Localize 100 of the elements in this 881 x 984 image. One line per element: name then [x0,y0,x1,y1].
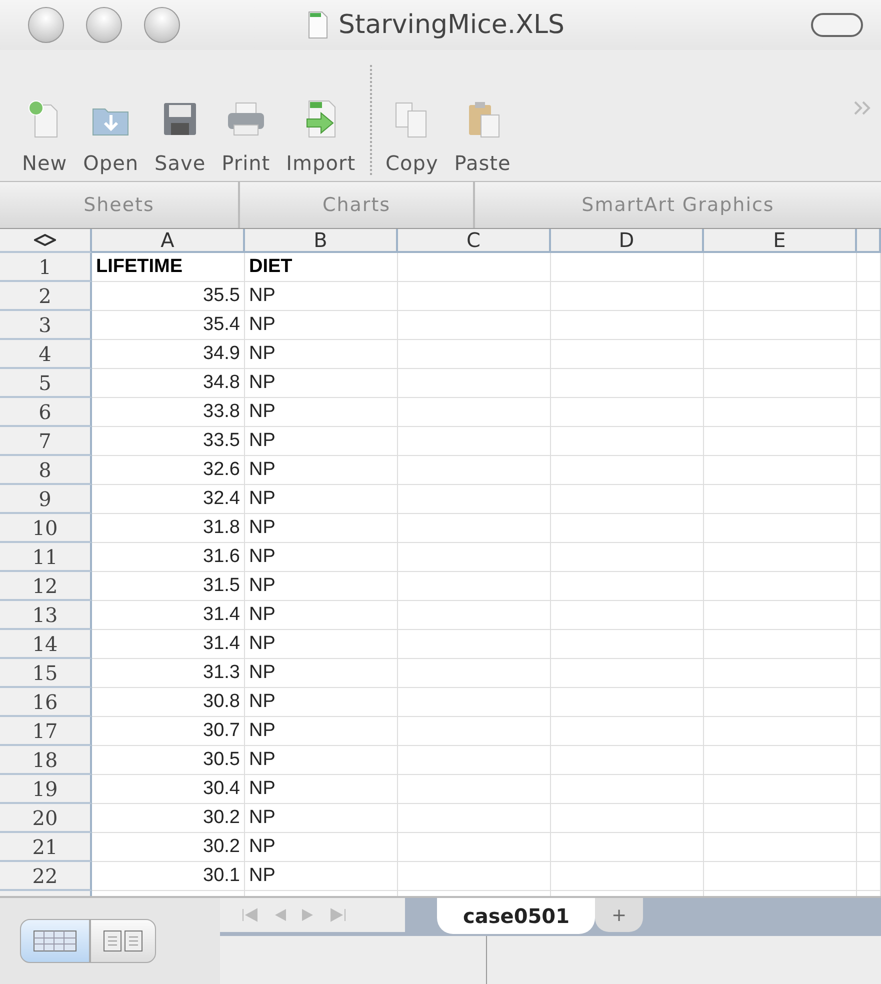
row-header[interactable]: 17 [0,717,92,746]
table-cell: 33.8 [92,398,245,427]
page-layout-view-button[interactable] [90,919,156,963]
row-header[interactable]: 22 [0,862,92,891]
table-cell: 30.2 [92,804,245,833]
table-cell: NP [245,369,398,398]
row-header[interactable]: 14 [0,630,92,659]
row-header[interactable]: 19 [0,775,92,804]
table-cell: 31.4 [92,630,245,659]
table-cell [857,543,881,572]
table-cell [857,746,881,775]
row-header[interactable]: 18 [0,746,92,775]
table-cell: 35.4 [92,311,245,340]
first-sheet-icon[interactable] [240,908,260,922]
column-header[interactable]: D [551,229,704,253]
grid-icon [33,930,77,952]
table-cell: 30.8 [92,688,245,717]
toolbar-button[interactable]: Copy [378,97,446,175]
table-cell [857,601,881,630]
select-all-icon[interactable] [34,234,56,246]
table-cell [857,514,881,543]
column-header[interactable]: B [245,229,398,253]
table-cell [857,688,881,717]
table-cell [857,485,881,514]
row-header[interactable]: 9 [0,485,92,514]
table-cell [857,572,881,601]
table-cell: 35.5 [92,282,245,311]
toolbar-button[interactable]: New [14,97,76,175]
table-cell: NP [245,572,398,601]
row-header[interactable]: 7 [0,427,92,456]
toolbar-button[interactable]: Open [75,97,147,175]
add-sheet-button[interactable]: + [595,898,643,932]
table-cell [857,340,881,369]
table-cell: 30.2 [92,833,245,862]
table-cell: 32.6 [92,456,245,485]
toolbar-button[interactable]: Import [278,97,364,175]
normal-view-button[interactable] [20,919,90,963]
table-cell: 30.4 [92,775,245,804]
table-cell [857,862,881,891]
table-cell [857,833,881,862]
table-cell [857,369,881,398]
row-header[interactable]: 1 [0,253,92,282]
last-sheet-icon[interactable] [328,908,348,922]
table-cell: 30.5 [92,746,245,775]
table-cell: NP [245,688,398,717]
column-header[interactable]: E [704,229,857,253]
table-cell: NP [245,427,398,456]
row-header[interactable]: 13 [0,601,92,630]
row-header[interactable]: 15 [0,659,92,688]
table-cell: NP [245,804,398,833]
toolbar-button[interactable]: Save [146,97,214,175]
table-cell: NP [245,717,398,746]
table-cell [857,282,881,311]
row-header[interactable]: 16 [0,688,92,717]
window-control-button[interactable] [86,7,122,43]
column-header[interactable] [857,229,881,253]
document-icon [306,11,329,39]
table-cell: NP [245,659,398,688]
table-cell: 32.4 [92,485,245,514]
toolbar-button[interactable]: Paste [446,97,519,175]
column-header[interactable]: C [398,229,551,253]
row-header[interactable]: 6 [0,398,92,427]
chevron-icon[interactable] [853,100,873,116]
window-control-button[interactable] [28,7,64,43]
table-cell [857,630,881,659]
row-header[interactable]: 5 [0,369,92,398]
sheet-tab[interactable]: case0501 [437,898,596,934]
row-header[interactable]: 20 [0,804,92,833]
table-cell: NP [245,746,398,775]
table-cell: 34.9 [92,340,245,369]
table-cell [857,427,881,456]
table-cell: 31.3 [92,659,245,688]
table-cell: NP [245,398,398,427]
row-header[interactable]: 4 [0,340,92,369]
row-header[interactable]: 2 [0,282,92,311]
row-header[interactable]: 11 [0,543,92,572]
row-header[interactable]: 12 [0,572,92,601]
table-cell: NP [245,311,398,340]
row-header[interactable]: 10 [0,514,92,543]
column-header[interactable]: A [92,229,245,253]
table-cell: NP [245,775,398,804]
table-cell [857,253,881,282]
table-cell [857,311,881,340]
table-cell [857,398,881,427]
row-header[interactable]: 8 [0,456,92,485]
table-cell [857,775,881,804]
table-cell [857,456,881,485]
table-cell: NP [245,456,398,485]
table-cell: 31.5 [92,572,245,601]
table-cell: 33.5 [92,427,245,456]
window-control-button[interactable] [144,7,180,43]
toolbar-toggle-button[interactable] [811,13,863,37]
row-header[interactable]: 21 [0,833,92,862]
table-cell: LIFETIME [92,253,245,282]
window-title: StarvingMice.XLS [338,10,564,40]
toolbar-button[interactable]: Print [214,97,278,175]
table-cell: NP [245,514,398,543]
row-header[interactable]: 3 [0,311,92,340]
table-cell: 31.8 [92,514,245,543]
table-cell: 31.4 [92,601,245,630]
